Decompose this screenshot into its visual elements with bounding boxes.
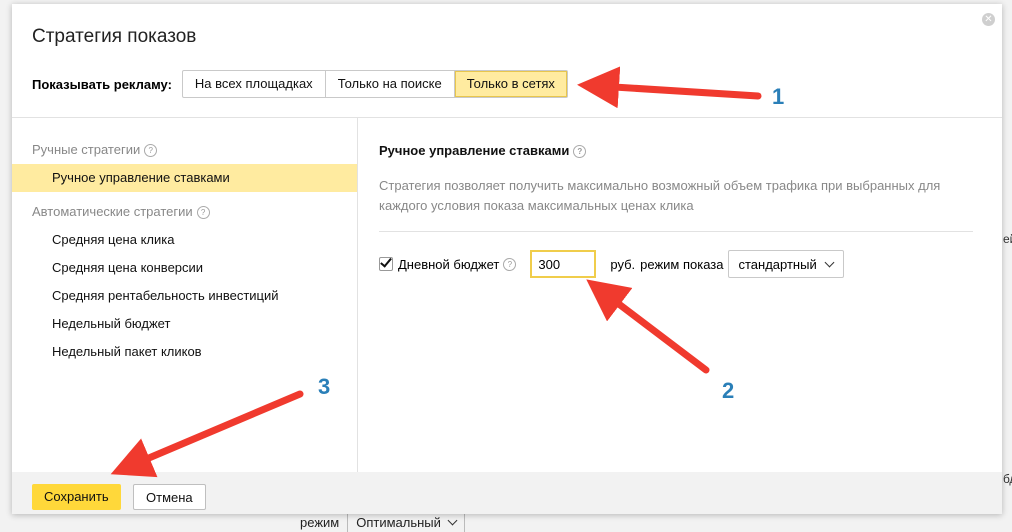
sidebar-group-label: Ручные стратегии [32, 142, 141, 157]
help-icon[interactable]: ? [573, 145, 587, 158]
sidebar-group-auto: Автоматические стратегии? [12, 198, 357, 226]
daily-budget-checkbox[interactable] [379, 257, 393, 271]
show-ads-option-search[interactable]: Только на поиске [326, 71, 455, 97]
annotation-number-3: 3 [318, 374, 331, 399]
help-icon[interactable]: ? [196, 206, 210, 219]
content-title: Ручное управление ставками? [379, 143, 587, 158]
save-button[interactable]: Сохранить [32, 484, 121, 510]
daily-budget-input[interactable] [530, 250, 597, 278]
chevron-down-icon [824, 257, 835, 267]
show-ads-option-all[interactable]: На всех площадках [183, 71, 326, 97]
help-icon[interactable]: ? [503, 257, 517, 271]
display-mode-label: режим показа [640, 256, 724, 272]
show-ads-label: Показывать рекламу: [32, 76, 172, 92]
daily-budget-row: Дневной бюджет? руб. режим показа станда… [379, 250, 844, 278]
sidebar-group-label: Автоматические стратегии [32, 204, 193, 219]
annotation-number-1: 1 [772, 84, 785, 109]
divider [379, 231, 973, 232]
sidebar-item-manual-bids[interactable]: Ручное управление ставками [12, 164, 357, 192]
sidebar-item-weekly-budget[interactable]: Недельный бюджет [12, 310, 357, 338]
sidebar-item-weekly-clicks[interactable]: Недельный пакет кликов [12, 338, 357, 366]
currency-label: руб. [610, 256, 636, 272]
strategy-sidebar: Ручные стратегии? Ручное управление став… [12, 118, 358, 472]
show-ads-option-networks[interactable]: Только в сетях [454, 71, 567, 97]
show-ads-row: Показывать рекламу: На всех площадках То… [32, 70, 568, 98]
sidebar-item-avg-click-price[interactable]: Средняя цена клика [12, 226, 357, 254]
display-mode-select[interactable]: стандартный [727, 250, 844, 278]
divider [463, 513, 465, 532]
background-text-fragment: бд [1003, 472, 1012, 486]
help-icon[interactable]: ? [144, 144, 158, 157]
background-text-fragment: ей [1003, 232, 1012, 246]
annotation-number-2: 2 [722, 378, 735, 403]
sidebar-item-avg-roi[interactable]: Средняя рентабельность инвестиций [12, 282, 357, 310]
divider [347, 513, 349, 532]
background-mode-row: режим Оптимальный [300, 513, 465, 532]
background-mode-select: Оптимальный [356, 515, 458, 530]
content-description: Стратегия позволяет получить максимально… [379, 178, 941, 213]
strategy-modal: Стратегия показов ✕ Показывать рекламу: … [12, 4, 1002, 514]
close-icon[interactable]: ✕ [982, 13, 995, 26]
cancel-button[interactable]: Отмена [133, 484, 206, 510]
daily-budget-label: Дневной бюджет [398, 256, 500, 272]
chevron-down-icon [447, 515, 458, 526]
background-mode-value: Оптимальный [356, 515, 441, 530]
show-ads-segmented-control: На всех площадках Только на поиске Тольк… [181, 70, 568, 98]
content-title-text: Ручное управление ставками [379, 143, 570, 158]
sidebar-group-manual: Ручные стратегии? [12, 136, 357, 164]
modal-title: Стратегия показов [32, 26, 197, 47]
strategy-content: Ручное управление ставками? Стратегия по… [358, 118, 1002, 472]
background-mode-label: режим [300, 515, 340, 530]
sidebar-item-avg-conversion-price[interactable]: Средняя цена конверсии [12, 254, 357, 282]
display-mode-value: стандартный [738, 256, 817, 272]
modal-footer: Сохранить Отмена [12, 472, 1002, 514]
